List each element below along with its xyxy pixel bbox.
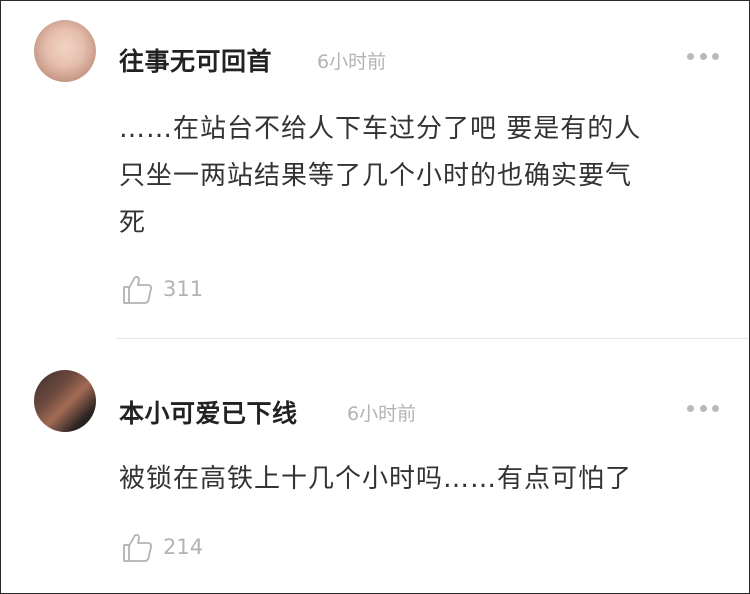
like-count: 214 [163,535,204,559]
comment-text-line: ……在站台不给人下车过分了吧 要是有的人 [119,114,642,144]
comment-text: 被锁在高铁上十几个小时吗……有点可怕了 [119,456,719,503]
comment-username[interactable]: 本小可爱已下线 [119,394,298,430]
comment-item: 往事无可回首 6小时前 ……在站台不给人下车过分了吧 要是有的人 只坐一两站结果… [1,1,749,338]
like-button[interactable]: 214 [121,531,203,563]
comment-timestamp: 6小时前 [317,51,387,73]
comment-username[interactable]: 往事无可回首 [119,42,272,78]
comment-text-line: 只坐一两站结果等了几个小时的也确实要气 [119,161,633,191]
comment-text-line: 被锁在高铁上十几个小时吗……有点可怕了 [119,464,633,494]
comment-item: 本小可爱已下线 6小时前 被锁在高铁上十几个小时吗……有点可怕了 214 [1,339,749,593]
comment-text-line: 死 [119,208,147,238]
thumbs-up-icon [121,531,153,563]
comment-list: 往事无可回首 6小时前 ……在站台不给人下车过分了吧 要是有的人 只坐一两站结果… [0,0,750,594]
like-count: 311 [163,277,204,301]
thumbs-up-icon [121,273,153,305]
comment-text: ……在站台不给人下车过分了吧 要是有的人 只坐一两站结果等了几个小时的也确实要气… [119,106,719,247]
more-options-icon[interactable] [687,51,719,61]
more-options-icon[interactable] [687,403,719,413]
user-avatar[interactable] [34,20,96,82]
user-avatar[interactable] [34,370,96,432]
comment-timestamp: 6小时前 [347,403,417,425]
like-button[interactable]: 311 [121,273,203,305]
